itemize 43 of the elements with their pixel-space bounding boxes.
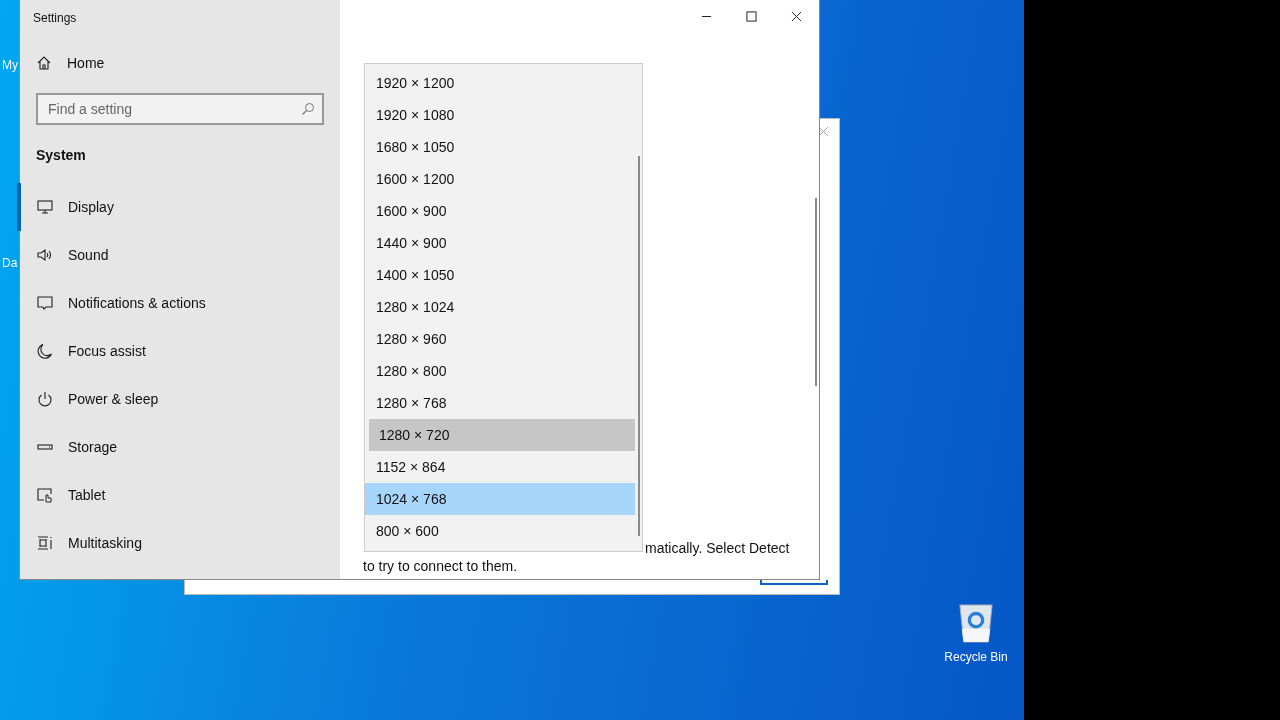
sidebar-item[interactable]: Tablet	[17, 471, 340, 519]
sidebar-item[interactable]: Power & sleep	[17, 375, 340, 423]
monitor-icon	[37, 199, 53, 215]
home-link[interactable]: Home	[20, 26, 105, 71]
sidebar-item[interactable]: Storage	[17, 423, 340, 471]
scrollbar[interactable]	[815, 198, 817, 386]
window-title: Settings	[32, 10, 78, 26]
sidebar-item[interactable]: Display	[17, 183, 340, 231]
tablet-icon	[37, 487, 53, 503]
dropdown-option[interactable]: 1280 × 1024	[365, 291, 635, 323]
recycle-bin-icon[interactable]	[957, 602, 995, 644]
dropdown-option[interactable]: 1280 × 960	[365, 323, 635, 355]
sidebar-item[interactable]: Multitasking	[17, 519, 340, 567]
dropdown-option[interactable]: 1280 × 768	[365, 387, 635, 419]
search-icon	[301, 102, 315, 116]
dropdown-option[interactable]: 800 × 600	[365, 515, 635, 547]
dropdown-option[interactable]: 1600 × 1200	[365, 163, 635, 195]
home-icon	[36, 55, 52, 71]
dropdown-option[interactable]: 1920 × 1080	[365, 99, 635, 131]
dropdown-option[interactable]: 1152 × 864	[365, 451, 635, 483]
speaker-icon	[37, 247, 53, 263]
description-text: matically. Select Detect	[644, 539, 790, 557]
sidebar-item[interactable]: Notifications & actions	[17, 279, 340, 327]
dropdown-option[interactable]: 1600 × 900	[365, 195, 635, 227]
dropdown-option[interactable]: 1280 × 800	[365, 355, 635, 387]
dropdown-option[interactable]: 1440 × 900	[365, 227, 635, 259]
moon-icon	[37, 343, 53, 359]
dropdown-option[interactable]: 1400 × 1050	[365, 259, 635, 291]
dropdown-option[interactable]: 1280 × 720	[369, 419, 635, 451]
power-icon	[37, 391, 53, 407]
dropdown-option[interactable]: 1680 × 1050	[365, 131, 635, 163]
close-icon[interactable]	[818, 126, 829, 137]
recycle-bin-label[interactable]: Recycle Bin	[944, 650, 1008, 664]
dropdown-option[interactable]: 1024 × 768	[365, 483, 635, 515]
sidebar-item[interactable]: Sound	[17, 231, 340, 279]
search-field[interactable]: Find a setting	[36, 93, 324, 125]
section-heading: System	[35, 146, 87, 163]
dropdown-option[interactable]: 1920 × 1200	[365, 67, 635, 99]
message-icon	[37, 295, 53, 311]
description-text: to try to connect to them.	[363, 557, 518, 575]
scrollbar[interactable]	[638, 156, 640, 536]
multitasking-icon	[37, 535, 53, 551]
sidebar-item[interactable]: Focus assist	[17, 327, 340, 375]
